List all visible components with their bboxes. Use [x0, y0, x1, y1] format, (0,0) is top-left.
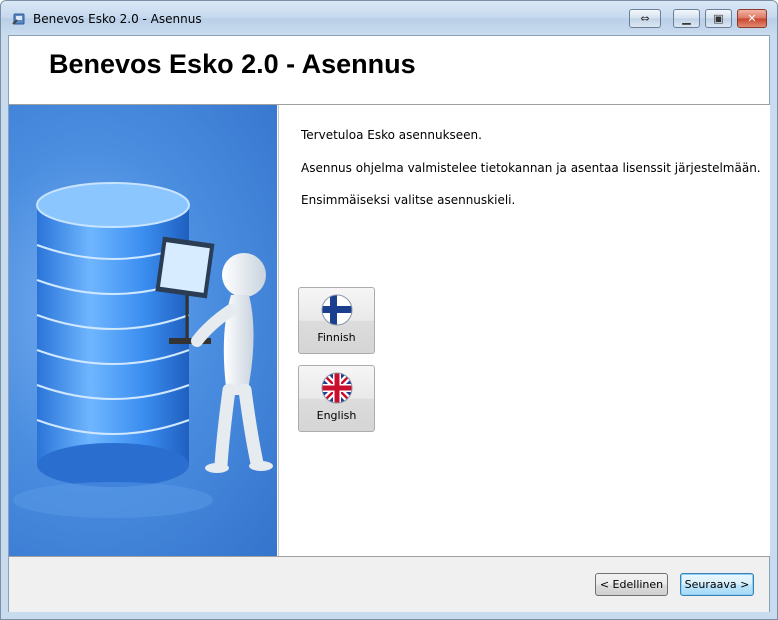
english-label: English	[316, 409, 357, 422]
uk-flag-icon	[321, 372, 353, 404]
back-button[interactable]: < Edellinen	[595, 573, 668, 596]
content-panel: Tervetuloa Esko asennukseen. Asennus ohj…	[278, 105, 770, 556]
minimize-icon: ▁	[682, 12, 691, 25]
database-illustration	[13, 182, 273, 518]
welcome-text: Tervetuloa Esko asennukseen.	[301, 128, 482, 142]
description-text: Asennus ohjelma valmistelee tietokannan …	[301, 161, 761, 175]
window-title: Benevos Esko 2.0 - Asennus	[33, 12, 202, 26]
finland-flag-icon	[321, 294, 353, 326]
header-banner: Benevos Esko 2.0 - Asennus	[9, 36, 769, 105]
installer-window: Benevos Esko 2.0 - Asennus ⇔ ▁ ▣ ✕ Benev…	[0, 0, 778, 620]
page-title: Benevos Esko 2.0 - Asennus	[49, 49, 416, 79]
next-button[interactable]: Seuraava >	[680, 573, 754, 596]
maximize-button[interactable]: ▣	[705, 9, 732, 28]
resize-arrows-button[interactable]: ⇔	[629, 9, 661, 28]
side-illustration	[9, 105, 277, 556]
client-area: Benevos Esko 2.0 - Asennus Tervetuloa Es…	[8, 35, 770, 612]
finnish-language-button[interactable]: Finnish	[298, 287, 375, 354]
maximize-icon: ▣	[713, 12, 724, 25]
button-bar: < Edellinen Seuraava >	[9, 556, 769, 612]
finnish-label: Finnish	[317, 331, 356, 344]
double-arrow-icon: ⇔	[640, 12, 650, 25]
close-icon: ✕	[747, 12, 757, 25]
instruction-text: Ensimmäiseksi valitse asennuskieli.	[301, 193, 516, 207]
english-language-button[interactable]: English	[298, 365, 375, 432]
title-bar[interactable]: Benevos Esko 2.0 - Asennus ⇔ ▁ ▣ ✕	[1, 1, 777, 35]
app-icon	[12, 13, 25, 25]
minimize-button[interactable]: ▁	[673, 9, 700, 28]
close-button[interactable]: ✕	[737, 9, 767, 28]
